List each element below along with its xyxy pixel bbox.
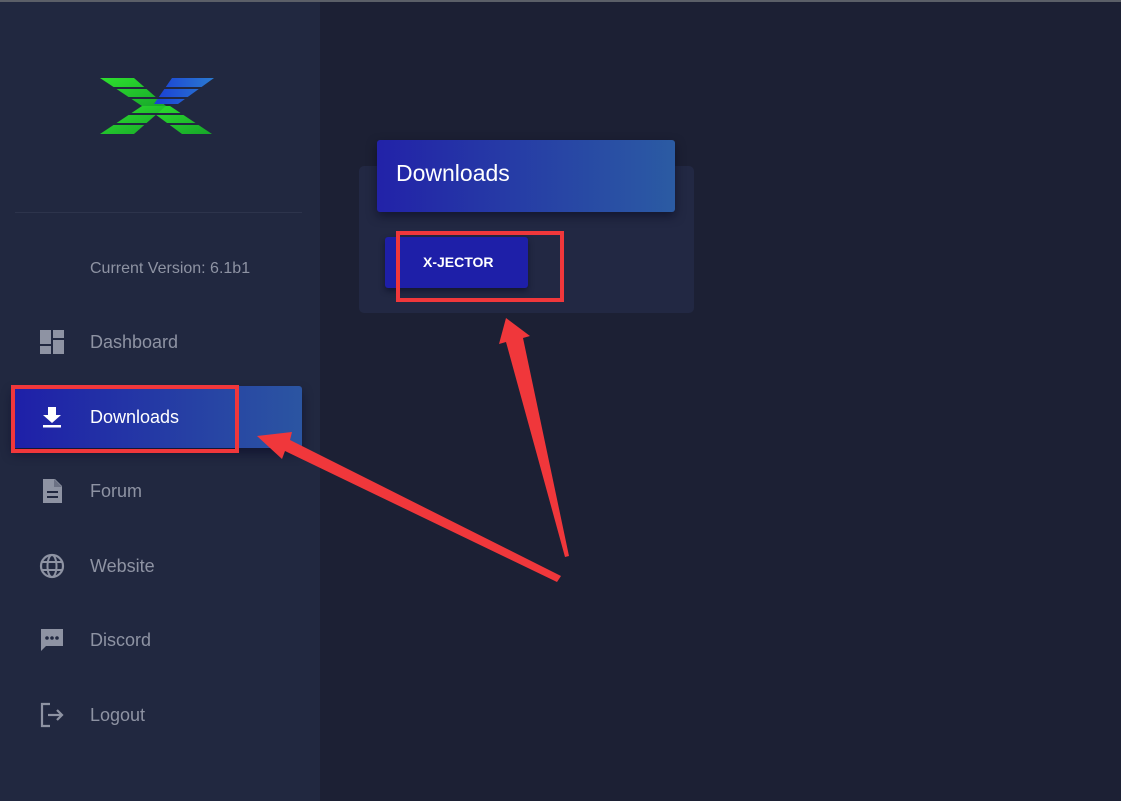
sidebar-item-label: Dashboard [90, 331, 179, 352]
sidebar-item-downloads[interactable]: Downloads [12, 386, 302, 448]
x-jector-logo-icon [94, 78, 218, 134]
x-jector-button-label: X-JECTOR [423, 254, 494, 270]
x-jector-download-button[interactable]: X-JECTOR [385, 237, 528, 288]
logout-icon [38, 701, 66, 729]
sidebar-item-forum[interactable]: Forum [12, 460, 302, 522]
sidebar-item-logout[interactable]: Logout [12, 684, 302, 746]
sidebar-item-discord[interactable]: Discord [12, 609, 302, 671]
version-label: Current Version: 6.1b1 [90, 260, 251, 277]
sidebar-item-label: Downloads [90, 406, 180, 427]
sidebar-item-label: Website [90, 555, 155, 576]
chat-icon [38, 626, 66, 654]
sidebar-item-label: Logout [90, 704, 146, 725]
sidebar-item-dashboard[interactable]: Dashboard [12, 311, 302, 373]
sidebar: Current Version: 6.1b1 Dashboard Downloa… [0, 2, 320, 801]
sidebar-item-website[interactable]: Website [12, 535, 302, 597]
page-title: Downloads [396, 160, 510, 186]
sidebar-divider [15, 212, 302, 213]
sidebar-item-label: Discord [90, 629, 152, 650]
download-icon [38, 403, 66, 431]
globe-icon [38, 552, 66, 580]
document-icon [38, 477, 66, 505]
sidebar-item-label: Forum [90, 480, 143, 501]
dashboard-icon [38, 328, 66, 356]
annotation-arrow-to-x-jector [499, 318, 569, 557]
downloads-card-header: Downloads [377, 140, 675, 212]
